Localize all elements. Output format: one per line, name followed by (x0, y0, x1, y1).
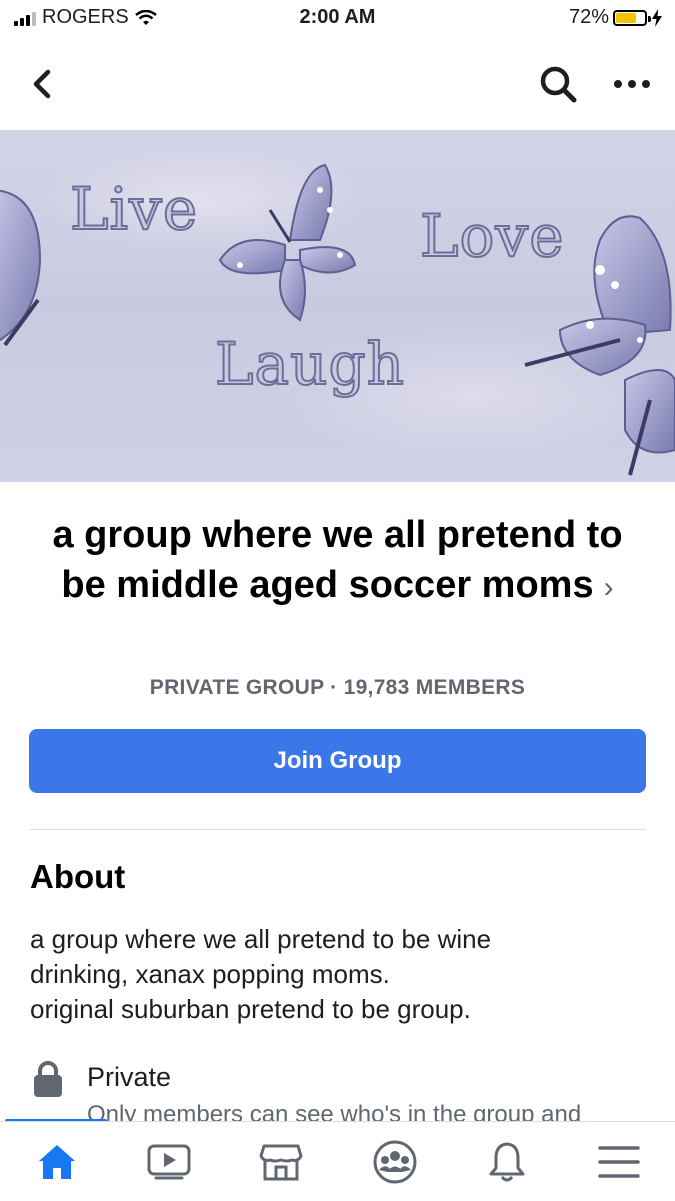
more-horizontal-icon (614, 80, 650, 88)
tab-notifications[interactable] (462, 1132, 552, 1192)
cover-word-love: Love (419, 201, 565, 271)
bottom-tab-bar (0, 1121, 675, 1201)
battery-icon (613, 9, 651, 26)
about-line: original suburban pretend to be group. (30, 994, 471, 1024)
about-heading: About (30, 858, 126, 895)
status-bar: ROGERS 2:00 AM 72% (0, 0, 675, 40)
top-nav (0, 48, 675, 120)
cover-word-laugh: Laugh (214, 329, 405, 399)
privacy-description: Only members can see who's in the group … (87, 1101, 582, 1122)
tab-groups[interactable] (350, 1132, 440, 1192)
cover-word-live: Live (69, 174, 199, 244)
bell-icon (489, 1142, 525, 1182)
about-line: drinking, xanax popping moms. (30, 959, 390, 989)
chevron-right-icon: › (603, 571, 614, 604)
tab-home[interactable] (12, 1132, 102, 1192)
battery-percent: 72% (568, 6, 609, 28)
about-line: a group where we all pretend to be wine (30, 924, 492, 954)
back-button[interactable] (26, 62, 66, 106)
group-title[interactable]: a group where we all pretend to be middl… (30, 510, 645, 613)
privacy-row: Private (30, 1058, 650, 1102)
group-title-text: a group where we all pretend to be middl… (52, 514, 623, 606)
search-button[interactable] (536, 62, 582, 106)
status-right: 72% (569, 6, 663, 29)
divider (29, 829, 646, 830)
tab-menu[interactable] (574, 1132, 664, 1192)
video-icon (147, 1144, 191, 1180)
tab-marketplace[interactable] (236, 1132, 326, 1192)
tab-watch[interactable] (124, 1132, 214, 1192)
groups-icon (373, 1140, 417, 1184)
home-icon (39, 1145, 75, 1179)
lock-icon (34, 1061, 62, 1097)
group-meta: PRIVATE GROUP · 19,783 MEMBERS (149, 676, 526, 699)
chevron-left-icon (33, 69, 51, 99)
about-description: a group where we all pretend to be wine … (30, 922, 640, 1027)
search-icon (540, 66, 577, 103)
join-group-button[interactable]: Join Group (29, 729, 646, 793)
cover-photo[interactable]: Live Love Laugh (0, 130, 675, 482)
menu-icon (598, 1146, 640, 1178)
privacy-label: Private (87, 1062, 172, 1092)
more-button[interactable] (608, 62, 656, 106)
marketplace-icon (259, 1144, 303, 1181)
charging-bolt-icon (652, 8, 662, 27)
